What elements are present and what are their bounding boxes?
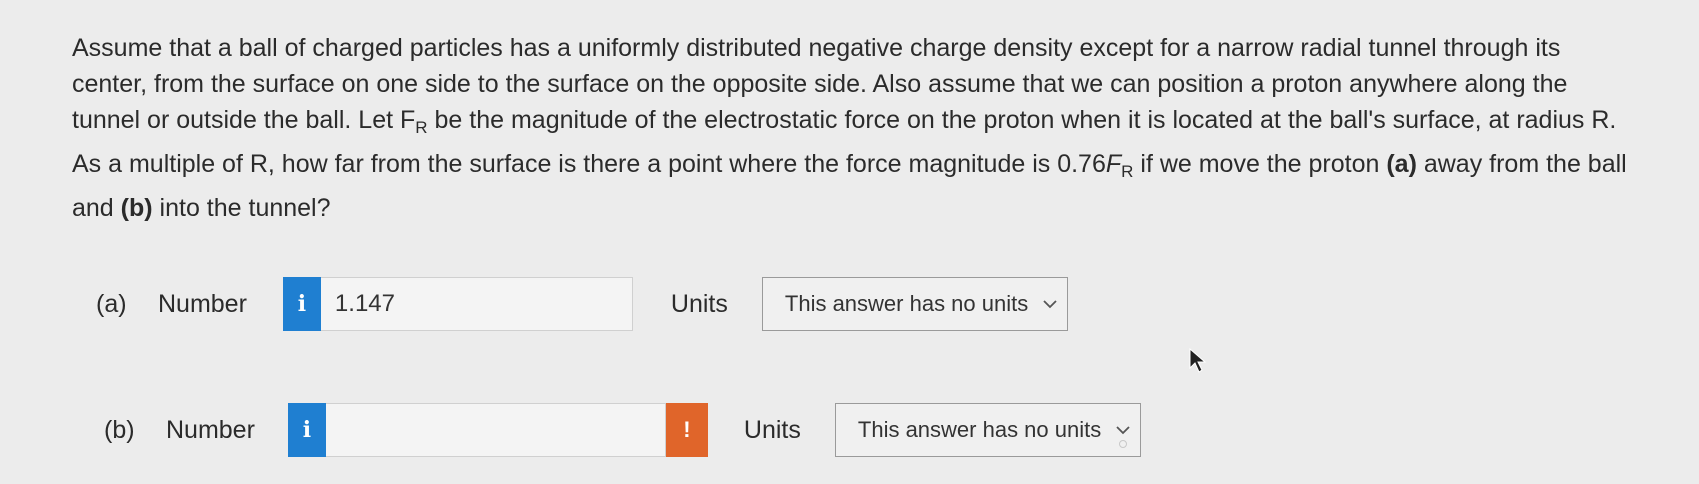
units-select-b[interactable]: This answer has no units [834, 403, 1141, 457]
force-symbol: FR [400, 106, 428, 137]
faint-dot-icon [1119, 440, 1127, 448]
units-select-b-value: This answer has no units [857, 417, 1102, 442]
number-label-a: Number [158, 289, 247, 318]
part-a-ref: (a) [1386, 150, 1417, 178]
number-input-a[interactable]: 1.147 [320, 277, 633, 331]
warning-icon[interactable]: ! [665, 403, 708, 457]
question-text: Assume that a ball of charged particles … [72, 30, 1632, 226]
units-select-a-value: This answer has no units [784, 291, 1029, 316]
answer-row-b: (b) Number i ! Units This answer has no … [104, 402, 1141, 458]
part-a-label: (a) [96, 289, 127, 318]
force-coefficient: 0.76FR [1057, 150, 1134, 181]
number-label-b: Number [166, 415, 255, 444]
units-label-b: Units [743, 415, 801, 444]
units-select-a[interactable]: This answer has no units [761, 277, 1068, 331]
units-label-a: Units [670, 289, 728, 318]
part-b-label: (b) [104, 415, 135, 444]
number-input-b[interactable] [325, 403, 666, 457]
chevron-down-icon [1041, 295, 1059, 313]
info-icon[interactable]: i [287, 403, 326, 457]
question-part-5: into the tunnel? [152, 194, 331, 222]
question-part-3: if we move the proton [1133, 150, 1387, 178]
info-icon[interactable]: i [282, 277, 321, 331]
chevron-down-icon [1114, 421, 1132, 439]
part-b-ref: (b) [120, 194, 153, 222]
answer-row-a: (a) Number i 1.147 Units This answer has… [96, 276, 1068, 332]
mouse-cursor-icon [1188, 347, 1210, 374]
